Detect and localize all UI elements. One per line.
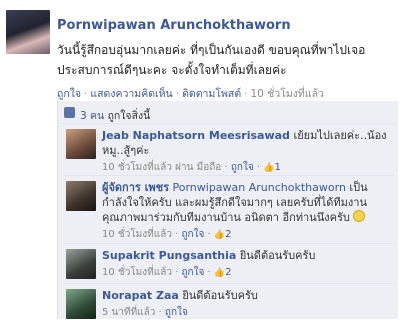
feedback-panel: 3 คน ถูกใจสิ่งนี้ Jeab Naphatsorn Meesri… bbox=[57, 101, 398, 319]
comment-via: ผ่าน มือถือ bbox=[175, 162, 222, 173]
commenter-name-link[interactable]: ผู้จัดการ เพชร bbox=[102, 181, 169, 194]
commenter-name-link[interactable]: Norapat Zaa bbox=[102, 289, 179, 302]
comment-body: Supakrit Pungsanthia ยินดีต้อนรับครับ 10… bbox=[102, 248, 392, 281]
comment-item: Supakrit Pungsanthia ยินดีต้อนรับครับ 10… bbox=[64, 245, 394, 283]
comment-body: Jeab Naphatsorn Meesrisawad เย้ยมไปเลยค่… bbox=[102, 128, 392, 176]
comment-timestamp[interactable]: 10 ชั่วโมงที่แล้ว bbox=[102, 267, 172, 278]
comment-like-link[interactable]: ถูกใจ bbox=[165, 307, 188, 318]
follow-post-link[interactable]: ติดตามโพสต์ bbox=[182, 88, 241, 100]
like-count-icon: 👍 bbox=[213, 230, 226, 240]
comment-meta: 5 นาทีที่แล้ว · ถูกใจ bbox=[102, 307, 188, 318]
commenter-name-link[interactable]: Jeab Naphatsorn Meesrisawad bbox=[102, 129, 290, 142]
separator: · bbox=[84, 88, 88, 100]
mention-link[interactable]: Pornwipawan Arunchokthaworn bbox=[173, 181, 346, 194]
comment-body: ผู้จัดการ เพชร Pornwipawan Arunchokthawo… bbox=[102, 180, 392, 243]
comment-like-link[interactable]: ถูกใจ bbox=[181, 229, 204, 240]
commenter-avatar[interactable] bbox=[66, 249, 96, 279]
like-link[interactable]: ถูกใจ bbox=[57, 88, 81, 100]
thumbs-up-icon bbox=[64, 107, 75, 118]
facebook-post: Pornwipawan Arunchokthaworn วันนี้รู้สึก… bbox=[0, 0, 404, 319]
separator: · bbox=[175, 88, 180, 100]
comment-item: Norapat Zaa ยินดีต้อนรับครับ 5 นาทีที่แล… bbox=[64, 285, 394, 319]
comment-timestamp[interactable]: 10 ชั่วโมงที่แล้ว bbox=[102, 162, 172, 173]
comment-divider bbox=[64, 283, 394, 284]
comment-divider bbox=[64, 243, 394, 244]
comment-meta: 10 ชั่วโมงที่แล้ว ผ่าน มือถือ · ถูกใจ · … bbox=[102, 162, 281, 173]
status-text: วันนี้รู้สึกอบอุ่นมากเลยค่ะ ที่ๆเป็นกันเ… bbox=[57, 43, 366, 77]
smiley-emoticon-icon bbox=[353, 210, 366, 222]
comment-like-link[interactable]: ถูกใจ bbox=[231, 162, 254, 173]
likes-summary-text: 3 คน ถูกใจสิ่งนี้ bbox=[80, 107, 150, 124]
comment-timestamp[interactable]: 10 ชั่วโมงที่แล้ว bbox=[102, 229, 172, 240]
post-timestamp[interactable]: 10 ชั่วโมงที่แล้ว bbox=[250, 88, 323, 100]
like-count-icon: 👍 bbox=[213, 268, 226, 278]
comment-meta: 10 ชั่วโมงที่แล้ว · ถูกใจ · 👍2 bbox=[102, 229, 232, 240]
comment-link[interactable]: แสดงความคิดเห็น bbox=[90, 88, 172, 100]
comment-like-count[interactable]: 2 bbox=[225, 267, 231, 278]
comment-text: ยินดีต้อนรับครับ bbox=[239, 249, 316, 262]
comment-item: Jeab Naphatsorn Meesrisawad เย้ยมไปเลยค่… bbox=[64, 125, 394, 175]
comment-text: ยินดีต้อนรับครับ bbox=[182, 289, 258, 302]
likes-summary: 3 คน ถูกใจสิ่งนี้ bbox=[58, 105, 398, 124]
comment-like-count[interactable]: 1 bbox=[274, 162, 280, 173]
commenter-avatar[interactable] bbox=[66, 129, 96, 159]
poster-name-link[interactable]: Pornwipawan Arunchokthaworn bbox=[57, 18, 291, 33]
likes-suffix: ถูกใจสิ่งนี้ bbox=[107, 110, 151, 122]
like-count-icon: 👍 bbox=[263, 163, 275, 173]
poster-avatar[interactable] bbox=[6, 10, 50, 54]
comment-item: ผู้จัดการ เพชร Pornwipawan Arunchokthawo… bbox=[64, 177, 394, 243]
comment-divider bbox=[64, 175, 394, 176]
commenter-avatar[interactable] bbox=[66, 289, 96, 319]
comment-meta: 10 ชั่วโมงที่แล้ว · ถูกใจ · 👍2 bbox=[102, 267, 232, 278]
commenter-avatar[interactable] bbox=[66, 181, 96, 211]
comment-body: Norapat Zaa ยินดีต้อนรับครับ 5 นาทีที่แล… bbox=[102, 288, 392, 320]
comment-like-link[interactable]: ถูกใจ bbox=[181, 267, 204, 278]
commenter-name-link[interactable]: Supakrit Pungsanthia bbox=[102, 249, 236, 262]
comment-like-count[interactable]: 2 bbox=[225, 229, 231, 240]
comment-timestamp[interactable]: 5 นาทีที่แล้ว bbox=[102, 307, 155, 318]
post-action-bar: ถูกใจ · แสดงความคิดเห็น · ติดตามโพสต์ · 10 ชั่… bbox=[57, 85, 324, 102]
likes-count-link[interactable]: 3 คน bbox=[80, 110, 104, 122]
